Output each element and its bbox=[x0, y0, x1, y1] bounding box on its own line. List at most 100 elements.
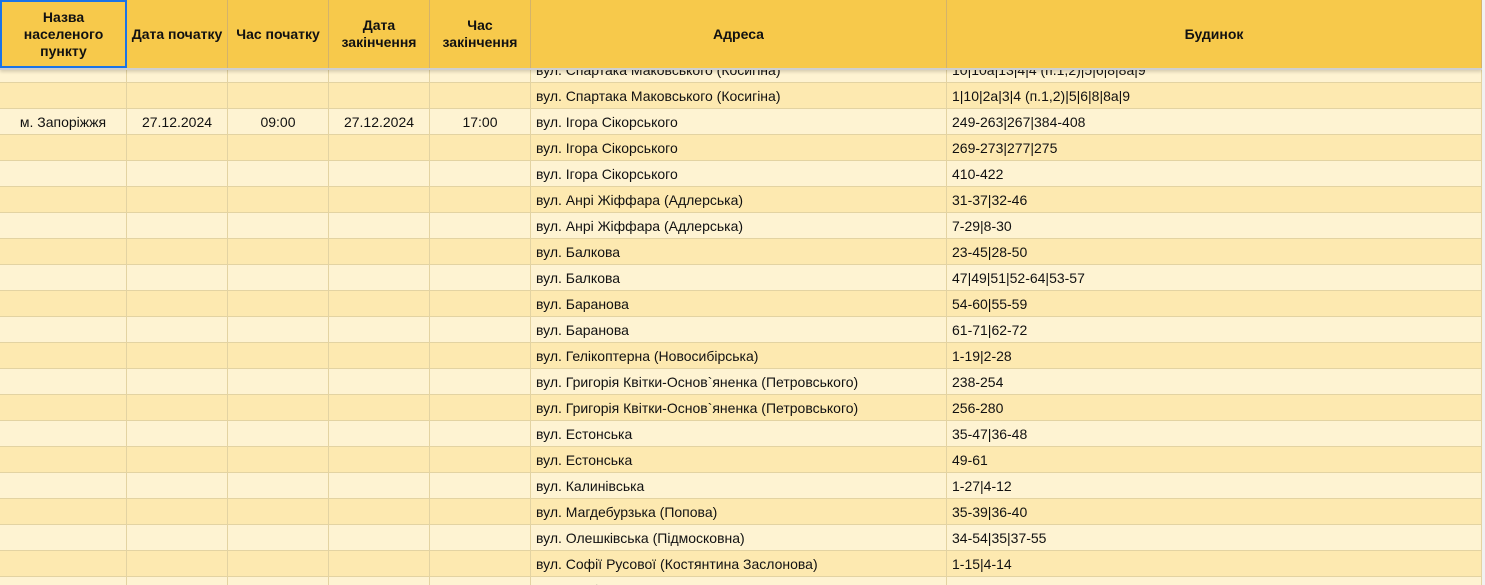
cell-start-time[interactable] bbox=[228, 421, 329, 446]
cell-end-date[interactable] bbox=[329, 343, 430, 368]
cell-building[interactable]: 249-263|267|384-408 bbox=[947, 109, 1482, 134]
cell-end-date[interactable] bbox=[329, 213, 430, 238]
cell-start-date[interactable] bbox=[127, 421, 228, 446]
cell-building[interactable]: 256-280 bbox=[947, 395, 1482, 420]
header-end-date[interactable]: Дата закінчення bbox=[329, 0, 430, 68]
cell-building[interactable]: 35-47|36-48 bbox=[947, 421, 1482, 446]
cell-end-date[interactable] bbox=[329, 551, 430, 576]
cell-start-date[interactable] bbox=[127, 187, 228, 212]
cell-address[interactable]: вул. Софії Русової (Костянтина Заслонова… bbox=[531, 551, 947, 576]
cell-end-time[interactable] bbox=[430, 343, 531, 368]
cell-end-date[interactable] bbox=[329, 421, 430, 446]
cell-settlement[interactable] bbox=[0, 83, 127, 108]
cell-settlement[interactable] bbox=[0, 551, 127, 576]
cell-end-date[interactable] bbox=[329, 135, 430, 160]
cell-end-time[interactable] bbox=[430, 317, 531, 342]
cell-settlement[interactable] bbox=[0, 265, 127, 290]
cell-building[interactable]: 1|10|2а|3|4 (п.1,2)|5|6|8|8а|9 bbox=[947, 83, 1482, 108]
cell-building[interactable]: 49-61 bbox=[947, 447, 1482, 472]
cell-building[interactable]: 238-254 bbox=[947, 369, 1482, 394]
cell-address[interactable]: вул. Калинівська bbox=[531, 473, 947, 498]
cell-end-time[interactable]: 17:00 bbox=[430, 109, 531, 134]
cell-start-date[interactable] bbox=[127, 291, 228, 316]
cell-start-time[interactable] bbox=[228, 447, 329, 472]
cell-building[interactable]: 1-27|4-12 bbox=[947, 473, 1482, 498]
cell-end-time[interactable] bbox=[430, 369, 531, 394]
cell-end-time[interactable] bbox=[430, 551, 531, 576]
header-end-time[interactable]: Час закінчення bbox=[430, 0, 531, 68]
cell-address[interactable]: вул. Естонська bbox=[531, 421, 947, 446]
cell-building[interactable]: 61-71|62-72 bbox=[947, 317, 1482, 342]
cell-start-date[interactable] bbox=[127, 525, 228, 550]
cell-start-time[interactable] bbox=[228, 239, 329, 264]
cell-end-date[interactable] bbox=[329, 83, 430, 108]
cell-building[interactable]: 269-273|277|275 bbox=[947, 135, 1482, 160]
cell-start-date[interactable] bbox=[127, 551, 228, 576]
cell-start-time[interactable] bbox=[228, 135, 329, 160]
cell-end-time[interactable] bbox=[430, 447, 531, 472]
cell-start-time[interactable] bbox=[228, 187, 329, 212]
header-settlement[interactable]: Назва населеного пункту bbox=[0, 0, 127, 68]
cell-start-date[interactable] bbox=[127, 473, 228, 498]
cell-end-time[interactable] bbox=[430, 239, 531, 264]
cell-start-date[interactable] bbox=[127, 395, 228, 420]
cell-settlement[interactable] bbox=[0, 369, 127, 394]
cell-settlement[interactable] bbox=[0, 135, 127, 160]
cell-end-date[interactable] bbox=[329, 291, 430, 316]
cell-settlement[interactable] bbox=[0, 395, 127, 420]
cell-building[interactable]: 47|49|51|52-64|53-57 bbox=[947, 265, 1482, 290]
cell-address[interactable]: вул. Анрі Жіффара (Адлерська) bbox=[531, 213, 947, 238]
cell-building[interactable]: 20-44 bbox=[947, 577, 1482, 585]
cell-building[interactable]: 31-37|32-46 bbox=[947, 187, 1482, 212]
cell-building[interactable]: 410-422 bbox=[947, 161, 1482, 186]
cell-start-time[interactable] bbox=[228, 83, 329, 108]
cell-end-date[interactable] bbox=[329, 187, 430, 212]
cell-address[interactable]: вул. Естонська bbox=[531, 447, 947, 472]
cell-start-time[interactable] bbox=[228, 499, 329, 524]
cell-start-date[interactable] bbox=[127, 83, 228, 108]
cell-start-date[interactable] bbox=[127, 239, 228, 264]
cell-end-date[interactable] bbox=[329, 395, 430, 420]
cell-end-time[interactable] bbox=[430, 473, 531, 498]
cell-address[interactable]: вул. Григорія Квітки-Основ`яненка (Петро… bbox=[531, 395, 947, 420]
cell-address[interactable]: вул. Магдебурзька (Попова) bbox=[531, 499, 947, 524]
cell-start-time[interactable] bbox=[228, 395, 329, 420]
cell-end-date[interactable] bbox=[329, 369, 430, 394]
cell-settlement[interactable] bbox=[0, 577, 127, 585]
cell-address[interactable]: вул. Баранова bbox=[531, 291, 947, 316]
header-address[interactable]: Адреса bbox=[531, 0, 947, 68]
cell-start-date[interactable] bbox=[127, 499, 228, 524]
cell-settlement[interactable] bbox=[0, 525, 127, 550]
cell-start-time[interactable] bbox=[228, 577, 329, 585]
cell-address[interactable]: вул. Софії Русової (Костянтина Заслонова… bbox=[531, 577, 947, 585]
cell-end-date[interactable] bbox=[329, 525, 430, 550]
cell-end-time[interactable] bbox=[430, 83, 531, 108]
cell-address[interactable]: вул. Григорія Квітки-Основ`яненка (Петро… bbox=[531, 369, 947, 394]
cell-settlement[interactable] bbox=[0, 187, 127, 212]
cell-end-time[interactable] bbox=[430, 499, 531, 524]
cell-building[interactable]: 54-60|55-59 bbox=[947, 291, 1482, 316]
cell-end-date[interactable] bbox=[329, 239, 430, 264]
cell-end-time[interactable] bbox=[430, 161, 531, 186]
cell-end-time[interactable] bbox=[430, 135, 531, 160]
cell-settlement[interactable]: м. Запоріжжя bbox=[0, 109, 127, 134]
cell-start-date[interactable] bbox=[127, 343, 228, 368]
cell-start-time[interactable] bbox=[228, 525, 329, 550]
cell-address[interactable]: вул. Анрі Жіффара (Адлерська) bbox=[531, 187, 947, 212]
cell-settlement[interactable] bbox=[0, 213, 127, 238]
cell-settlement[interactable] bbox=[0, 317, 127, 342]
cell-start-time[interactable] bbox=[228, 291, 329, 316]
cell-settlement[interactable] bbox=[0, 473, 127, 498]
cell-end-time[interactable] bbox=[430, 577, 531, 585]
cell-settlement[interactable] bbox=[0, 291, 127, 316]
cell-address[interactable]: вул. Гелікоптерна (Новосибірська) bbox=[531, 343, 947, 368]
cell-settlement[interactable] bbox=[0, 239, 127, 264]
cell-end-date[interactable]: 27.12.2024 bbox=[329, 109, 430, 134]
cell-end-date[interactable] bbox=[329, 317, 430, 342]
cell-settlement[interactable] bbox=[0, 499, 127, 524]
cell-end-time[interactable] bbox=[430, 395, 531, 420]
cell-end-date[interactable] bbox=[329, 265, 430, 290]
cell-start-time[interactable]: 09:00 bbox=[228, 109, 329, 134]
cell-address[interactable]: вул. Олешківська (Підмосковна) bbox=[531, 525, 947, 550]
frozen-row-divider[interactable] bbox=[0, 68, 1482, 70]
